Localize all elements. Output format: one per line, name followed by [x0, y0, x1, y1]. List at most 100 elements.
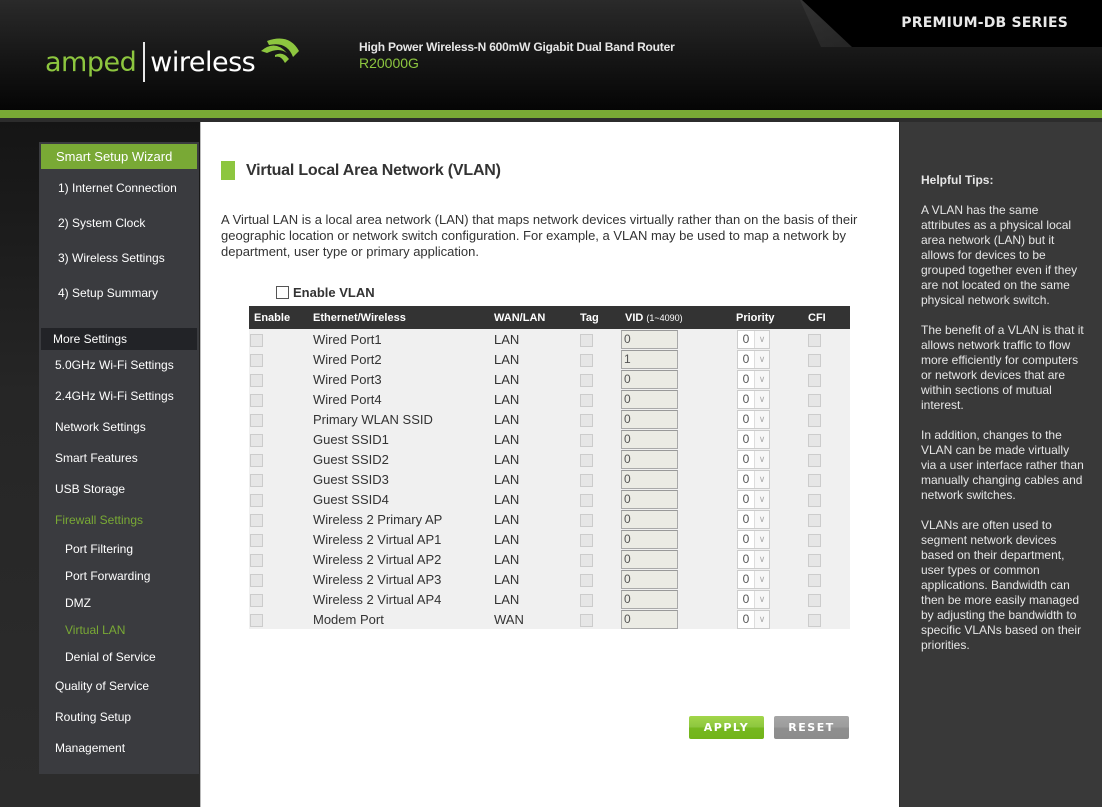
row-vid-input[interactable]	[621, 369, 678, 389]
chevron-down-icon: ∨	[754, 450, 769, 468]
row-cfi-checkbox[interactable]	[808, 433, 821, 447]
row-priority-select[interactable]: 0 ∨	[737, 369, 770, 389]
row-cfi-checkbox[interactable]	[808, 613, 821, 627]
sidebar-item-quality-of-service[interactable]: Quality of Service	[39, 671, 199, 702]
row-enable-checkbox[interactable]	[250, 613, 263, 627]
row-vid-input[interactable]	[621, 489, 678, 509]
row-tag-checkbox[interactable]	[580, 473, 593, 487]
row-priority-select[interactable]: 0 ∨	[737, 429, 770, 449]
row-vid-input[interactable]	[621, 349, 678, 369]
row-tag-checkbox[interactable]	[580, 493, 593, 507]
sidebar-item-firewall-settings[interactable]: Firewall Settings	[39, 505, 199, 536]
row-priority-select[interactable]: 0 ∨	[737, 509, 770, 529]
row-enable-checkbox[interactable]	[250, 413, 263, 427]
sidebar-item-5ghz-wifi[interactable]: 5.0GHz Wi-Fi Settings	[39, 350, 199, 381]
row-priority-select[interactable]: 0 ∨	[737, 469, 770, 489]
sidebar-item-smart-features[interactable]: Smart Features	[39, 443, 199, 474]
row-tag-checkbox[interactable]	[580, 573, 593, 587]
row-enable-checkbox[interactable]	[250, 533, 263, 547]
row-priority-select[interactable]: 0 ∨	[737, 389, 770, 409]
row-vid-input[interactable]	[621, 509, 678, 529]
sidebar-subitem-denial-of-service[interactable]: Denial of Service	[39, 644, 199, 671]
row-enable-checkbox[interactable]	[250, 373, 263, 387]
row-cfi-checkbox[interactable]	[808, 373, 821, 387]
sidebar-item-24ghz-wifi[interactable]: 2.4GHz Wi-Fi Settings	[39, 381, 199, 412]
row-cfi-checkbox[interactable]	[808, 593, 821, 607]
wizard-item-system-clock[interactable]: 2) System Clock	[39, 206, 199, 241]
row-enable-checkbox[interactable]	[250, 333, 263, 347]
row-vid-input[interactable]	[621, 429, 678, 449]
sidebar-item-network-settings[interactable]: Network Settings	[39, 412, 199, 443]
row-cfi-checkbox[interactable]	[808, 353, 821, 367]
row-enable-checkbox[interactable]	[250, 493, 263, 507]
row-tag-checkbox[interactable]	[580, 333, 593, 347]
row-enable-checkbox[interactable]	[250, 453, 263, 467]
wizard-item-internet-connection[interactable]: 1) Internet Connection	[39, 171, 199, 206]
sidebar-item-management[interactable]: Management	[39, 733, 199, 764]
row-vid-input[interactable]	[621, 469, 678, 489]
row-cfi-checkbox[interactable]	[808, 413, 821, 427]
row-tag-checkbox[interactable]	[580, 553, 593, 567]
row-vid-input[interactable]	[621, 549, 678, 569]
row-cfi-checkbox[interactable]	[808, 513, 821, 527]
row-tag-checkbox[interactable]	[580, 393, 593, 407]
row-enable-checkbox[interactable]	[250, 433, 263, 447]
row-priority-select[interactable]: 0 ∨	[737, 489, 770, 509]
row-enable-checkbox[interactable]	[250, 393, 263, 407]
row-cfi-checkbox[interactable]	[808, 453, 821, 467]
apply-button[interactable]: APPLY	[689, 716, 764, 739]
brand-logo[interactable]: amped wireless	[45, 38, 301, 84]
row-priority-select[interactable]: 0 ∨	[737, 409, 770, 429]
sidebar-subitem-virtual-lan[interactable]: Virtual LAN	[39, 617, 199, 644]
row-enable-checkbox[interactable]	[250, 553, 263, 567]
row-tag-checkbox[interactable]	[580, 413, 593, 427]
row-priority-select[interactable]: 0 ∨	[737, 349, 770, 369]
row-cfi-checkbox[interactable]	[808, 393, 821, 407]
row-enable-checkbox[interactable]	[250, 353, 263, 367]
row-vid-input[interactable]	[621, 389, 678, 409]
row-cfi-checkbox[interactable]	[808, 473, 821, 487]
sidebar-subitem-port-forwarding[interactable]: Port Forwarding	[39, 563, 199, 590]
sidebar-item-usb-storage[interactable]: USB Storage	[39, 474, 199, 505]
row-tag-checkbox[interactable]	[580, 513, 593, 527]
row-enable-checkbox[interactable]	[250, 473, 263, 487]
row-cfi-checkbox[interactable]	[808, 573, 821, 587]
row-cfi-checkbox[interactable]	[808, 333, 821, 347]
sidebar-subitem-port-filtering[interactable]: Port Filtering	[39, 536, 199, 563]
row-tag-checkbox[interactable]	[580, 533, 593, 547]
wizard-item-setup-summary[interactable]: 4) Setup Summary	[39, 276, 199, 311]
smart-setup-wizard-header[interactable]: Smart Setup Wizard	[41, 144, 197, 169]
row-priority-select[interactable]: 0 ∨	[737, 329, 770, 349]
row-vid-input[interactable]	[621, 529, 678, 549]
row-vid-input[interactable]	[621, 609, 678, 629]
row-enable-checkbox[interactable]	[250, 573, 263, 587]
row-tag-checkbox[interactable]	[580, 433, 593, 447]
row-priority-select[interactable]: 0 ∨	[737, 529, 770, 549]
row-vid-input[interactable]	[621, 589, 678, 609]
row-priority-select[interactable]: 0 ∨	[737, 569, 770, 589]
enable-vlan-checkbox-box[interactable]	[276, 286, 289, 299]
row-enable-checkbox[interactable]	[250, 593, 263, 607]
row-tag-checkbox[interactable]	[580, 353, 593, 367]
row-priority-select[interactable]: 0 ∨	[737, 449, 770, 469]
row-vid-input[interactable]	[621, 329, 678, 349]
enable-vlan-checkbox[interactable]: Enable VLAN	[276, 285, 375, 300]
row-vid-input[interactable]	[621, 449, 678, 469]
row-cfi-checkbox[interactable]	[808, 553, 821, 567]
row-vid-input[interactable]	[621, 409, 678, 429]
row-tag-checkbox[interactable]	[580, 593, 593, 607]
row-priority-select[interactable]: 0 ∨	[737, 589, 770, 609]
row-enable-checkbox[interactable]	[250, 513, 263, 527]
row-cfi-checkbox[interactable]	[808, 533, 821, 547]
row-tag-checkbox[interactable]	[580, 453, 593, 467]
sidebar-subitem-dmz[interactable]: DMZ	[39, 590, 199, 617]
row-tag-checkbox[interactable]	[580, 373, 593, 387]
row-cfi-checkbox[interactable]	[808, 493, 821, 507]
sidebar-item-routing-setup[interactable]: Routing Setup	[39, 702, 199, 733]
row-priority-select[interactable]: 0 ∨	[737, 549, 770, 569]
reset-button[interactable]: RESET	[774, 716, 849, 739]
row-vid-input[interactable]	[621, 569, 678, 589]
row-tag-checkbox[interactable]	[580, 613, 593, 627]
wizard-item-wireless-settings[interactable]: 3) Wireless Settings	[39, 241, 199, 276]
row-priority-select[interactable]: 0 ∨	[737, 609, 770, 629]
